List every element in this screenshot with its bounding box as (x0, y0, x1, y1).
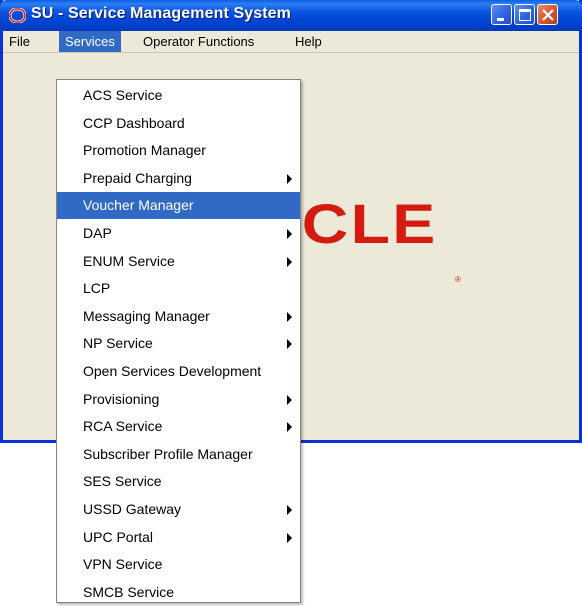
services-menu-item[interactable]: Open Services Development (57, 358, 300, 385)
close-button[interactable] (537, 4, 558, 25)
services-menu-item[interactable]: Provisioning (57, 386, 300, 413)
minimize-icon (497, 18, 504, 21)
submenu-arrow-icon (287, 312, 292, 322)
services-menu-item[interactable]: CCP Dashboard (57, 110, 300, 137)
submenu-arrow-icon (287, 422, 292, 432)
submenu-arrow-icon (287, 339, 292, 349)
services-menu-item[interactable]: USSD Gateway (57, 496, 300, 523)
services-menu-item-label: SMCB Service (83, 584, 175, 600)
oracle-o-icon (9, 8, 26, 23)
services-menu-item-label: SES Service (83, 473, 162, 489)
window-title: SU - Service Management System (31, 5, 291, 22)
services-menu-item-label: ENUM Service (83, 253, 175, 269)
menu-services[interactable]: Services (59, 31, 121, 52)
menu-operator-functions[interactable]: Operator Functions (137, 31, 260, 52)
services-menu-item[interactable]: Messaging Manager (57, 303, 300, 330)
services-menu-item-label: USSD Gateway (83, 501, 182, 517)
services-menu-item[interactable]: ENUM Service (57, 248, 300, 275)
submenu-arrow-icon (287, 395, 292, 405)
services-menu-item-label: Subscriber Profile Manager (83, 446, 253, 462)
services-menu-item[interactable]: UPC Portal (57, 524, 300, 551)
services-menu-item-label: Prepaid Charging (83, 170, 192, 186)
oracle-registered-mark: ® (455, 275, 461, 284)
services-menu: ACS Service CCP Dashboard Promotion Manage… (56, 79, 301, 603)
services-menu-item-label: ACS Service (83, 87, 163, 103)
services-menu-item-label: CCP Dashboard (83, 115, 185, 131)
services-menu-item-label: Messaging Manager (83, 308, 210, 324)
services-menu-item-label: RCA Service (83, 418, 163, 434)
services-menu-item[interactable]: VPN Service (57, 551, 300, 578)
services-menu-item[interactable]: SES Service (57, 468, 300, 495)
submenu-arrow-icon (287, 257, 292, 267)
submenu-arrow-icon (287, 229, 292, 239)
services-menu-item[interactable]: RCA Service (57, 413, 300, 440)
services-menu-item-label: UPC Portal (83, 529, 154, 545)
services-menu-item[interactable]: ACS Service (57, 82, 300, 109)
services-menu-item[interactable]: SMCB Service (57, 579, 300, 606)
services-menu-item[interactable]: Voucher Manager (57, 192, 300, 219)
services-menu-item-label: Provisioning (83, 391, 160, 407)
services-menu-item[interactable]: NP Service (57, 330, 300, 357)
menu-file[interactable]: File (3, 31, 36, 52)
menu-help[interactable]: Help (289, 31, 328, 52)
minimize-button[interactable] (491, 4, 512, 25)
services-menu-item-label: LCP (83, 280, 111, 296)
close-icon (542, 9, 554, 21)
services-menu-item[interactable]: LCP (57, 275, 300, 302)
services-menu-item[interactable]: DAP (57, 220, 300, 247)
submenu-arrow-icon (287, 505, 292, 515)
menu-bar: File Services Operator Functions Help (3, 31, 579, 53)
services-menu-item[interactable]: Prepaid Charging (57, 165, 300, 192)
services-menu-item-label: Open Services Development (83, 363, 262, 379)
services-menu-item[interactable]: Promotion Manager (57, 137, 300, 164)
maximize-button[interactable] (514, 4, 535, 25)
submenu-arrow-icon (287, 533, 292, 543)
services-menu-item-label: VPN Service (83, 556, 163, 572)
title-bar[interactable]: SU - Service Management System (0, 0, 582, 31)
submenu-arrow-icon (287, 174, 292, 184)
services-menu-item-label: Voucher Manager (83, 197, 194, 213)
services-menu-item-label: Promotion Manager (83, 142, 206, 158)
maximize-icon (519, 9, 531, 21)
services-menu-item[interactable]: Subscriber Profile Manager (57, 441, 300, 468)
services-menu-item-label: NP Service (83, 335, 153, 351)
services-menu-item-label: DAP (83, 225, 112, 241)
